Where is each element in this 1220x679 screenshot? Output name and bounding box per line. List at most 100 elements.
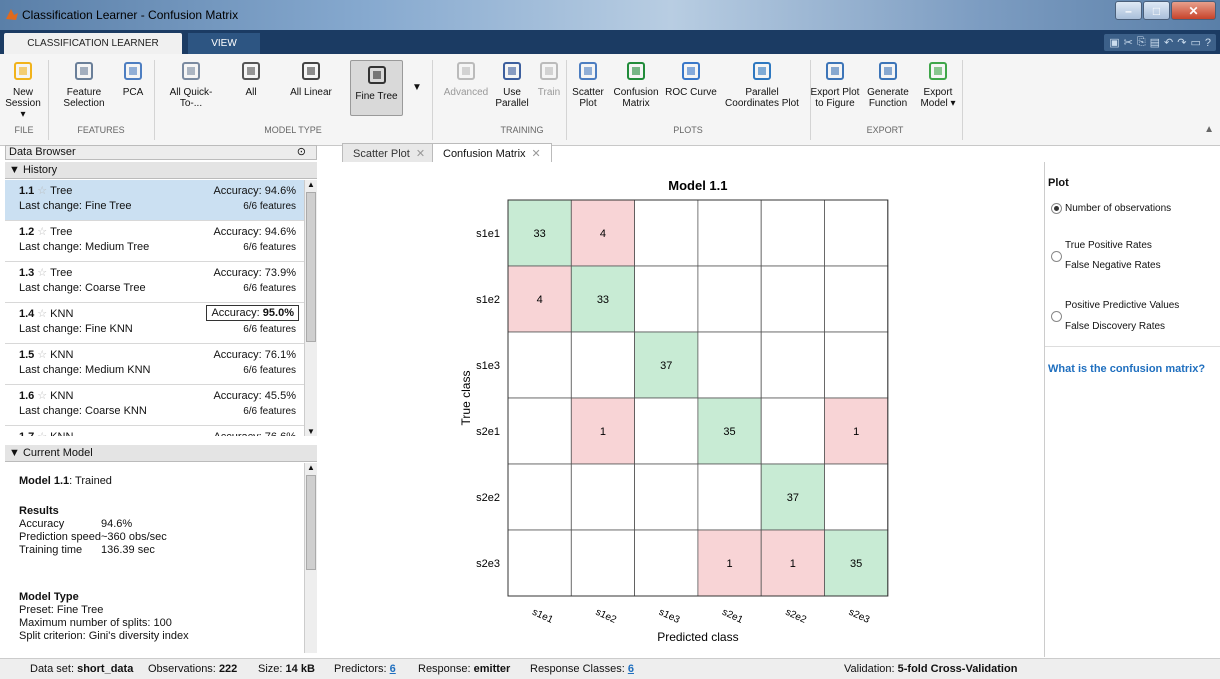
row-tick-label: s2e1 [476, 426, 500, 438]
export-plot-button[interactable]: Export Plot to Figure [810, 60, 860, 109]
favorite-star-icon[interactable]: ☆ [37, 267, 47, 279]
radio-true-positive-rates[interactable] [1051, 251, 1062, 262]
matrix-cell [697, 331, 762, 399]
scatter-icon [577, 60, 599, 82]
cut-icon[interactable]: ✂ [1124, 36, 1133, 49]
export-model-button[interactable]: Export Model ▾ [916, 60, 960, 109]
radio-number-of-observations[interactable] [1051, 203, 1062, 214]
history-item[interactable]: 1.2 ☆ Tree Last change: Medium Tree Accuracy… [5, 221, 304, 262]
train-button[interactable]: Train [533, 60, 565, 98]
model-accuracy: Accuracy: 76.6% [213, 431, 296, 436]
feature-count: 6/6 features [243, 406, 296, 417]
ribbon-button-label: Use Parallel [495, 87, 529, 109]
favorite-star-icon[interactable]: ☆ [37, 308, 47, 320]
all-linear-button[interactable]: All Linear [288, 60, 334, 98]
tab-confusion-matrix[interactable]: Confusion Matrix ✕ [432, 143, 552, 162]
history-scrollbar[interactable]: ▲ ▼ [304, 180, 317, 436]
model-number: 1.1 [19, 185, 35, 197]
pca-button[interactable]: PCA [115, 60, 151, 98]
generate-function-button[interactable]: Generate Function [864, 60, 912, 109]
redo-icon[interactable]: ↷ [1177, 36, 1186, 49]
favorite-star-icon[interactable]: ☆ [37, 349, 47, 361]
fine-tree-button[interactable]: Fine Tree [350, 60, 403, 116]
confusion-matrix-button[interactable]: Confusion Matrix [612, 60, 660, 109]
collapse-ribbon-icon[interactable]: ▲ [1204, 124, 1214, 135]
close-tab-icon[interactable]: ✕ [416, 148, 425, 160]
all-quick-button[interactable]: All Quick-To-... [168, 60, 214, 109]
model-accuracy: Accuracy: 94.6% [213, 226, 296, 238]
play-icon [538, 60, 560, 82]
close-button[interactable]: ✕ [1171, 1, 1216, 20]
advanced-button[interactable]: Advanced [440, 60, 492, 98]
undo-icon[interactable]: ↶ [1164, 36, 1173, 49]
model-type-line: Split criterion: Gini's diversity index [19, 630, 189, 642]
history-item[interactable]: 1.6 ☆ KNN Last change: Coarse KNN Accuracy: … [5, 385, 304, 426]
history-item[interactable]: 1.1 ☆ Tree Last change: Fine Tree Accuracy: … [5, 180, 304, 221]
model-gallery-dropdown-icon[interactable]: ▼ [412, 82, 422, 93]
column-tick-label: s1e3 [657, 607, 682, 626]
maximize-button[interactable]: □ [1143, 1, 1170, 20]
favorite-star-icon[interactable]: ☆ [37, 185, 47, 197]
model-number: 1.3 [19, 267, 35, 279]
response-classes-link[interactable]: 6 [628, 663, 634, 675]
ribbon-button-label: Parallel Coordinates Plot [725, 87, 799, 109]
data-browser-header: Data Browser ⊙ [5, 145, 317, 160]
paste-icon[interactable]: ▤ [1150, 36, 1160, 49]
save-icon[interactable]: ▣ [1109, 36, 1119, 49]
radio-positive-predictive-values[interactable] [1051, 311, 1062, 322]
status-bar: Data set: short_data Observations: 222 S… [0, 658, 1220, 679]
matrix-cell [760, 331, 825, 399]
confusion-matrix-help-link[interactable]: What is the confusion matrix? [1048, 363, 1205, 375]
tab-scatter-plot[interactable]: Scatter Plot ✕ [342, 143, 437, 162]
history-item[interactable]: 1.7☆KNN Accuracy: 76.6% [5, 426, 304, 436]
ribbon-button-label: PCA [122, 87, 144, 98]
feature-selection-button[interactable]: Feature Selection [56, 60, 112, 109]
feature-count: 6/6 features [243, 283, 296, 294]
row-tick-label: s2e2 [476, 492, 500, 504]
favorite-star-icon[interactable]: ☆ [37, 431, 47, 436]
model-accuracy: Accuracy: 94.6% [213, 185, 296, 197]
list-icon [73, 60, 95, 82]
matrix-cell [760, 199, 825, 267]
current-model-header[interactable]: ▼ Current Model [5, 445, 317, 462]
scatter-plot-button[interactable]: Scatter Plot [570, 60, 606, 109]
cell-value: 4 [537, 294, 543, 306]
parallel-coords-button[interactable]: Parallel Coordinates Plot [722, 60, 802, 109]
check-icon [927, 60, 949, 82]
new-session-button[interactable]: New Session ▾ [2, 60, 44, 120]
predictors-link[interactable]: 6 [390, 663, 396, 675]
history-item[interactable]: 1.5 ☆ KNN Last change: Medium KNN Accuracy: … [5, 344, 304, 385]
roc-curve-button[interactable]: ROC Curve [664, 60, 718, 98]
ribbon-button-label: Train [537, 87, 561, 98]
tab-classification-learner[interactable]: CLASSIFICATION LEARNER [4, 33, 182, 54]
help-icon[interactable]: ? [1205, 37, 1211, 49]
close-tab-icon[interactable]: ✕ [532, 148, 541, 160]
layout-icon[interactable]: ▭ [1190, 36, 1200, 49]
feature-count: 6/6 features [243, 242, 296, 253]
history-item[interactable]: 1.3 ☆ Tree Last change: Coarse Tree Accuracy… [5, 262, 304, 303]
minimize-button[interactable]: – [1115, 1, 1142, 20]
pca-icon [122, 60, 144, 82]
favorite-star-icon[interactable]: ☆ [37, 226, 47, 238]
history-item[interactable]: 1.4 ☆ KNN Last change: Fine KNN Accuracy: 95… [5, 303, 304, 344]
ribbon-button-label: Export Model ▾ [920, 87, 956, 109]
row-tick-label: s1e1 [476, 228, 500, 240]
model-accuracy: Accuracy: 45.5% [213, 390, 296, 402]
favorite-star-icon[interactable]: ☆ [37, 390, 47, 402]
copy-icon[interactable]: ⎘ [1137, 36, 1146, 49]
ribbon-button-label: Export Plot to Figure [810, 87, 860, 109]
current-model-scrollbar[interactable]: ▲ [304, 463, 317, 653]
all-button[interactable]: All [236, 60, 266, 98]
cell-value: 1 [600, 426, 606, 438]
ribbon-group-label: FEATURES [77, 125, 125, 135]
matrix-cell [697, 463, 762, 531]
ribbon-button-label: Scatter Plot [572, 87, 604, 109]
model-accuracy: Accuracy: 73.9% [213, 267, 296, 279]
cell-value: 35 [723, 426, 735, 438]
cell-value: 1 [853, 426, 859, 438]
tab-view[interactable]: VIEW [188, 33, 260, 54]
matrix-cell [697, 199, 762, 267]
use-parallel-button[interactable]: Use Parallel [495, 60, 529, 109]
collapse-icon[interactable]: ⊙ [297, 146, 306, 159]
history-header[interactable]: ▼ History [5, 162, 317, 179]
